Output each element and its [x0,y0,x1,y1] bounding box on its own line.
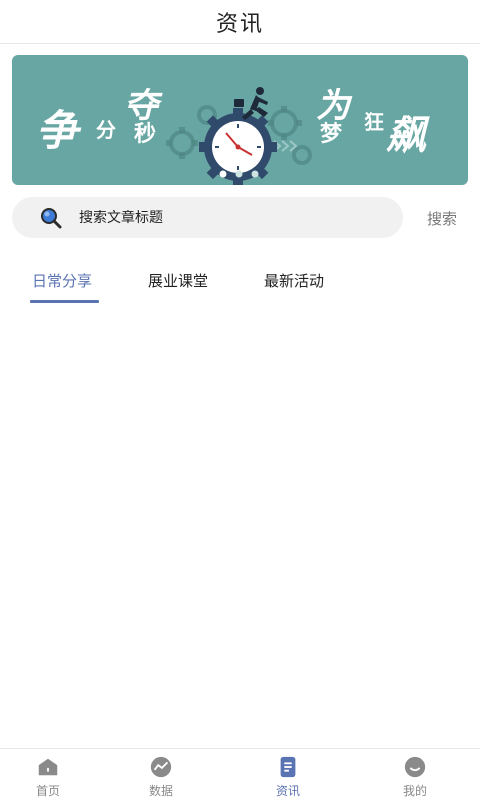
page-title: 资讯 [215,11,264,37]
banner-illustration: 争 分 夺 秒 为 梦 狂 飙 [36,86,430,185]
data-icon [150,756,172,778]
tab-latest-events[interactable]: 最新活动 [264,270,324,291]
search-button[interactable]: 搜索 [420,207,464,229]
news-icon [280,756,296,778]
bottom-navigation: 首页 数据 资讯 我的 [0,748,480,800]
nav-label: 数据 [148,784,173,798]
nav-news[interactable]: 资讯 [248,755,328,799]
search-bar[interactable] [12,197,403,238]
category-tabs: 日常分享 展业课堂 最新活动 [0,262,480,306]
tab-daily-share[interactable]: 日常分享 [32,270,92,291]
nav-profile[interactable]: 我的 [375,755,455,799]
nav-label: 资讯 [275,784,300,798]
pagination-dot [251,170,259,178]
slogan-char: 秒 [134,122,156,147]
nav-home[interactable]: 首页 [8,755,88,799]
search-input[interactable] [79,209,379,226]
slogan-char: 狂 [364,110,384,134]
nav-data[interactable]: 数据 [121,755,201,799]
slogan-char: 飙 [386,113,430,159]
search-icon [41,207,62,228]
slogan-char: 分 [96,118,116,142]
banner-pagination [219,170,259,178]
slogan-char: 梦 [320,121,343,147]
home-icon [38,758,58,776]
top-bar: 资讯 [0,0,480,44]
slogan-char: 夺 [124,86,163,126]
nav-label: 首页 [35,784,60,798]
slogan-char: 为 [316,86,353,126]
tab-business-class[interactable]: 展业课堂 [148,270,208,291]
active-tab-indicator [30,300,99,303]
profile-icon [404,756,426,778]
news-page: 资讯 争 分 夺 秒 为 梦 狂 飙 搜索文章标题 搜索 日常分享 展业课堂 最… [0,0,480,800]
slogan-char: 争 [36,106,82,155]
promo-banner[interactable]: 争 分 夺 秒 为 梦 狂 飙 [12,55,468,185]
pagination-dot [235,170,243,178]
pagination-dot [219,170,227,178]
nav-label: 我的 [402,784,427,798]
article-list [0,310,480,748]
